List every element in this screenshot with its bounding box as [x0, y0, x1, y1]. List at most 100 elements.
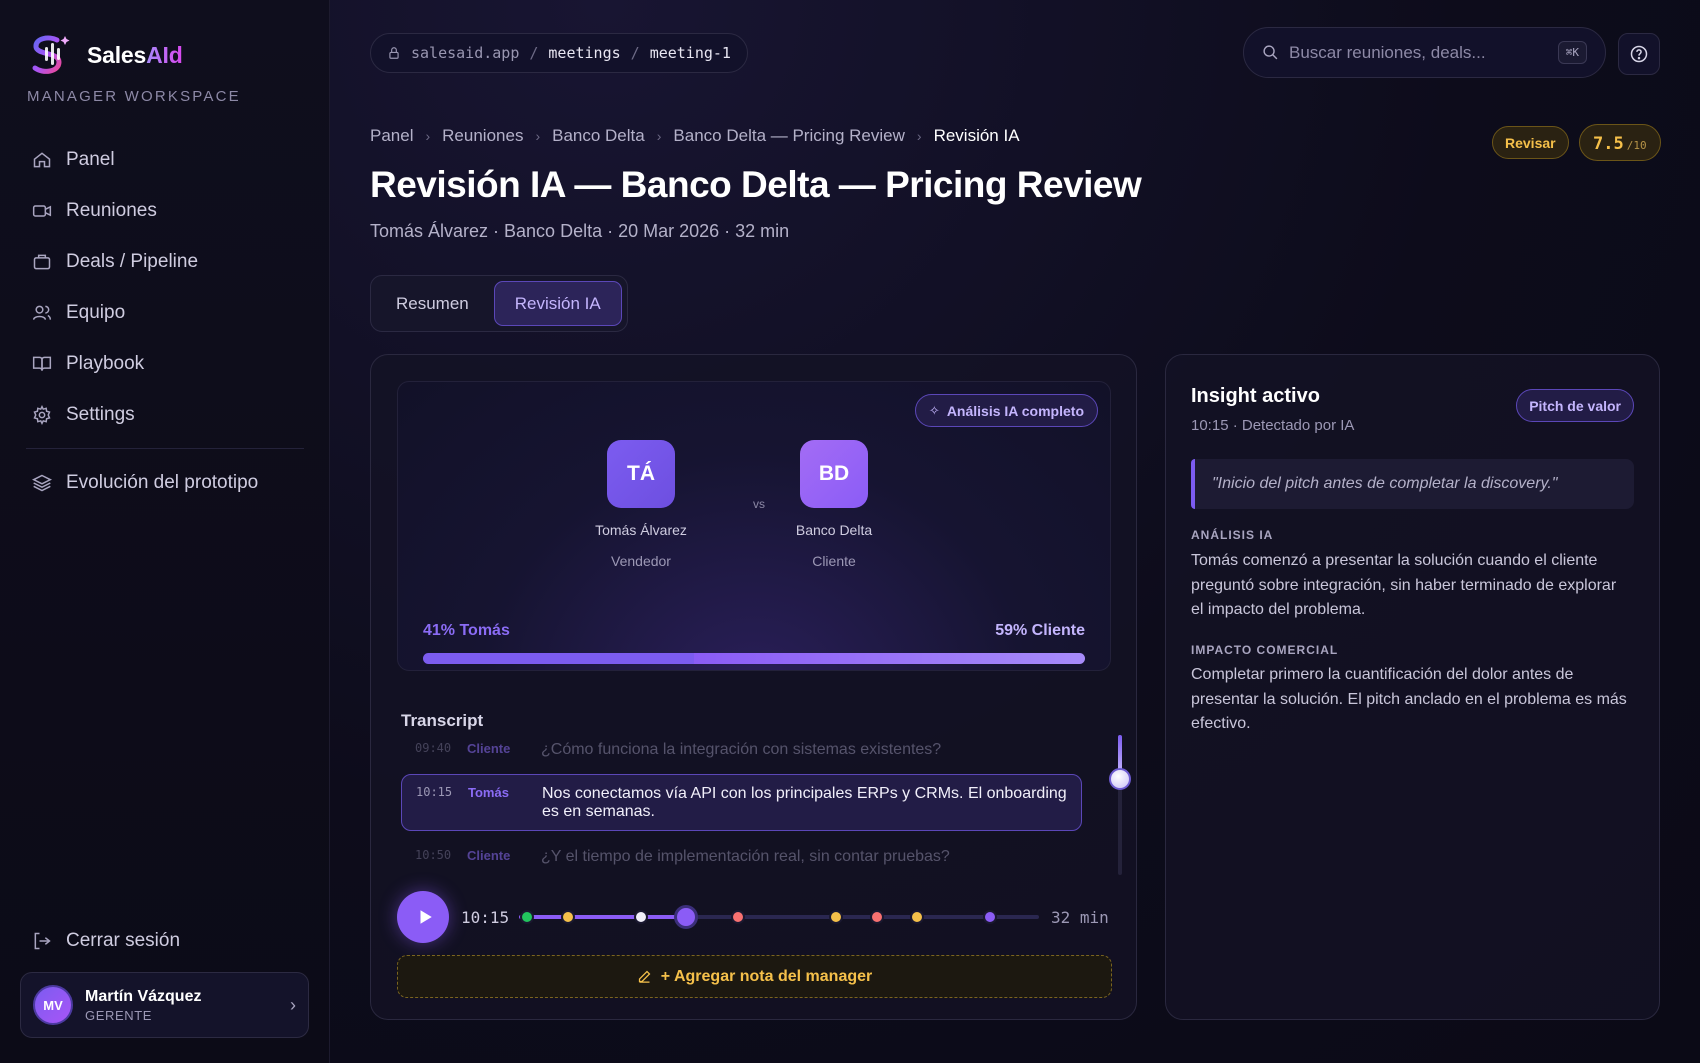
timeline-scrubber[interactable]	[519, 902, 1039, 932]
avatar: TÁ	[607, 440, 675, 508]
participant-client: BD Banco Delta Cliente	[769, 440, 899, 569]
breadcrumb-current: Revisión IA	[933, 126, 1020, 145]
url-breadcrumb[interactable]: salesaid.app / meetings / meeting-1	[370, 33, 748, 73]
page-title: Revisión IA — Banco Delta — Pricing Revi…	[370, 164, 1142, 205]
score-badge: 7.5 /10	[1579, 124, 1661, 161]
timeline-event-marker[interactable]	[633, 910, 648, 924]
breadcrumb-item[interactable]: Reuniones	[442, 126, 523, 146]
sidebar-item-playbook[interactable]: Playbook	[20, 338, 310, 389]
sparkle-icon: ✧	[928, 402, 940, 418]
analysis-label: ANÁLISIS IA	[1191, 528, 1274, 542]
tab-revision-ia[interactable]: Revisión IA	[493, 281, 622, 326]
sidebar-item-deals[interactable]: Deals / Pipeline	[20, 236, 310, 287]
vs-label: vs	[753, 497, 765, 511]
gear-icon	[33, 404, 51, 425]
talk-ratio-labels: 41% Tomás 59% Cliente	[423, 622, 1085, 640]
help-button[interactable]	[1618, 33, 1660, 75]
user-card[interactable]: MV Martín Vázquez GERENTE ›	[20, 972, 309, 1038]
sidebar-item-evolucion[interactable]: Evolución del prototipo	[20, 457, 310, 508]
score-value: 7.5	[1593, 134, 1624, 154]
tab-bar: Resumen Revisión IA	[370, 275, 628, 332]
transcript-speaker: Cliente	[467, 848, 511, 863]
timeline-event-marker[interactable]	[983, 910, 998, 924]
breadcrumb-item[interactable]: Banco Delta	[552, 126, 645, 146]
add-manager-note-button[interactable]: + Agregar nota del manager	[397, 955, 1112, 998]
current-time: 10:15	[461, 907, 510, 927]
url-segment: meetings	[548, 44, 621, 62]
transcript-row-active[interactable]: 10:15 Tomás Nos conectamos vía API con l…	[401, 774, 1082, 831]
sidebar-item-label: Settings	[66, 403, 135, 425]
brand-name: SalesAId	[87, 41, 183, 68]
participant-seller: TÁ Tomás Álvarez Vendedor	[576, 440, 706, 569]
breadcrumb-item[interactable]: Panel	[370, 126, 413, 146]
search-shortcut: ⌘K	[1557, 41, 1587, 64]
participant-role: Cliente	[812, 553, 856, 569]
score-max: /10	[1626, 139, 1647, 152]
insight-category-badge: Pitch de valor	[1516, 389, 1634, 422]
scrollbar-thumb[interactable]	[1109, 768, 1131, 790]
impact-label: IMPACTO COMERCIAL	[1191, 643, 1339, 657]
transcript-time: 10:50	[415, 848, 452, 862]
participants-stage: ✧ Análisis IA completo TÁ Tomás Álvarez …	[397, 381, 1111, 671]
sidebar-item-label: Equipo	[66, 301, 126, 323]
transcript-time: 09:40	[415, 741, 452, 755]
timeline-current-marker[interactable]	[673, 905, 698, 929]
participant-name: Banco Delta	[795, 522, 873, 538]
client-talk-label: 59% Cliente	[995, 622, 1085, 639]
search-placeholder: Buscar reuniones, deals...	[1289, 42, 1486, 62]
layers-icon	[32, 474, 52, 491]
timeline-event-marker[interactable]	[560, 910, 575, 924]
talk-ratio-bar	[423, 653, 1085, 664]
search-icon	[1263, 45, 1278, 60]
transcript-speaker: Cliente	[467, 741, 511, 756]
timeline-event-marker[interactable]	[520, 910, 535, 924]
transcript-row[interactable]: 10:50 Cliente ¿Y el tiempo de implementa…	[401, 848, 1081, 866]
url-separator: /	[529, 44, 539, 62]
insight-meta: 10:15 · Detectado por IA	[1191, 417, 1355, 434]
transcript-scrollbar[interactable]	[1118, 735, 1122, 875]
insight-title: Insight activo	[1191, 385, 1320, 407]
logout-button[interactable]: Cerrar sesión	[32, 930, 180, 952]
chevron-right-icon: ›	[656, 128, 662, 144]
seller-talk-segment	[423, 653, 695, 664]
home-icon	[33, 151, 51, 167]
tab-resumen[interactable]: Resumen	[376, 281, 489, 326]
sidebar-item-equipo[interactable]: Equipo	[20, 287, 310, 338]
play-icon	[420, 910, 432, 924]
lock-icon	[389, 47, 399, 59]
workspace-label: MANAGER WORKSPACE	[27, 88, 241, 105]
chevron-right-icon: ›	[425, 128, 431, 144]
search-input[interactable]: Buscar reuniones, deals... ⌘K	[1243, 27, 1606, 78]
audio-player: 10:15 32 min	[397, 891, 1112, 943]
add-note-label: + Agregar nota del manager	[660, 967, 873, 985]
page-subtitle: Tomás Álvarez · Banco Delta · 20 Mar 202…	[370, 221, 790, 241]
user-name: Martín Vázquez	[85, 987, 202, 1005]
transcript-text: ¿Y el tiempo de implementación real, sin…	[541, 848, 950, 865]
sidebar-nav: Panel Reuniones Deals / Pipeline Equipo …	[20, 134, 310, 508]
transcript-speaker: Tomás	[468, 785, 509, 800]
timeline-event-marker[interactable]	[910, 910, 925, 924]
sidebar-item-reuniones[interactable]: Reuniones	[20, 185, 310, 236]
user-role: GERENTE	[85, 1007, 153, 1023]
impact-text: Completar primero la cuantificación del …	[1191, 666, 1627, 732]
play-button[interactable]	[397, 891, 449, 943]
analysis-text: Tomás comenzó a presentar la solución cu…	[1191, 552, 1617, 618]
nav-divider	[26, 448, 304, 449]
analysis-badge-label: Análisis IA completo	[946, 402, 1084, 419]
transcript-text: ¿Cómo funciona la integración con sistem…	[541, 741, 942, 758]
brand[interactable]: SalesAId	[27, 32, 183, 78]
sidebar-item-panel[interactable]: Panel	[20, 134, 310, 185]
transcript-time: 10:15	[416, 785, 453, 799]
sidebar-item-settings[interactable]: Settings	[20, 389, 310, 440]
timeline-event-marker[interactable]	[869, 910, 884, 924]
participant-name: Tomás Álvarez	[595, 522, 687, 538]
seller-talk-label: 41% Tomás	[423, 622, 510, 639]
breadcrumb-item[interactable]: Banco Delta — Pricing Review	[673, 126, 904, 146]
timeline-event-marker[interactable]	[731, 910, 746, 924]
logout-label: Cerrar sesión	[66, 930, 181, 951]
sidebar-item-label: Playbook	[66, 352, 145, 374]
sidebar-item-label: Panel	[66, 148, 115, 170]
transcript-text: Nos conectamos vía API con los principal…	[542, 785, 1067, 820]
transcript-row[interactable]: 09:40 Cliente ¿Cómo funciona la integrac…	[401, 741, 1081, 759]
timeline-event-marker[interactable]	[828, 910, 843, 924]
